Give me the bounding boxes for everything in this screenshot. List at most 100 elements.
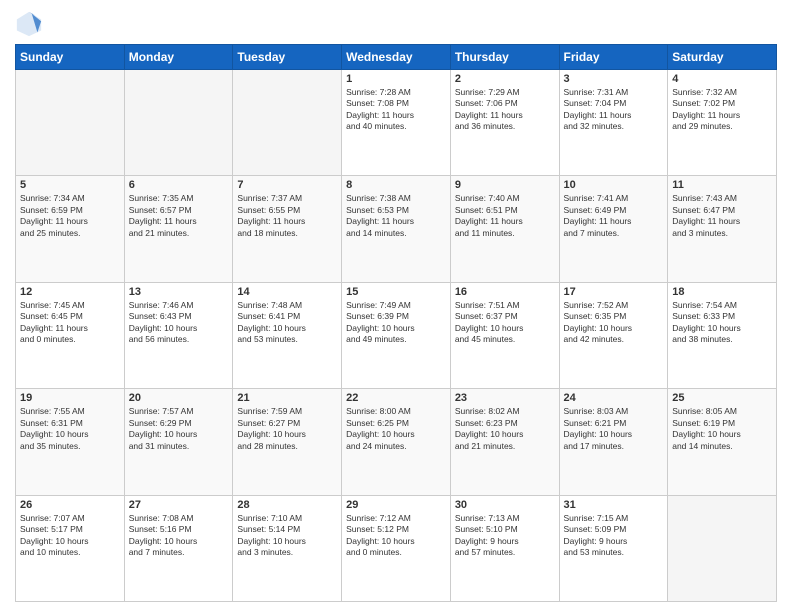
calendar-cell: 12 Sunrise: 7:45 AM Sunset: 6:45 PM Dayli…	[16, 282, 125, 388]
day-info: Sunrise: 7:40 AM Sunset: 6:51 PM Dayligh…	[455, 193, 555, 239]
calendar-cell: 29 Sunrise: 7:12 AM Sunset: 5:12 PM Dayli…	[342, 495, 451, 601]
calendar-cell: 6 Sunrise: 7:35 AM Sunset: 6:57 PM Daylig…	[124, 176, 233, 282]
calendar-cell: 24 Sunrise: 8:03 AM Sunset: 6:21 PM Dayli…	[559, 389, 668, 495]
calendar-cell: 8 Sunrise: 7:38 AM Sunset: 6:53 PM Daylig…	[342, 176, 451, 282]
calendar-cell: 5 Sunrise: 7:34 AM Sunset: 6:59 PM Daylig…	[16, 176, 125, 282]
day-number: 4	[672, 73, 772, 85]
day-number: 9	[455, 179, 555, 191]
weekday-header-sunday: Sunday	[16, 45, 125, 70]
day-number: 1	[346, 73, 446, 85]
calendar-cell: 27Sunrise: 7:08 AM Sunset: 5:16 PM Dayli…	[124, 495, 233, 601]
calendar-cell: 4 Sunrise: 7:32 AM Sunset: 7:02 PM Daylig…	[668, 70, 777, 176]
calendar-cell: 1 Sunrise: 7:28 AM Sunset: 7:08 PM Daylig…	[342, 70, 451, 176]
calendar-cell: 13 Sunrise: 7:46 AM Sunset: 6:43 PM Dayli…	[124, 282, 233, 388]
day-number: 30	[455, 499, 555, 511]
calendar-cell: 10 Sunrise: 7:41 AM Sunset: 6:49 PM Dayli…	[559, 176, 668, 282]
day-info: Sunrise: 7:28 AM Sunset: 7:08 PM Dayligh…	[346, 87, 446, 133]
day-number: 25	[672, 392, 772, 404]
calendar-cell: 19 Sunrise: 7:55 AM Sunset: 6:31 PM Dayli…	[16, 389, 125, 495]
day-info: Sunrise: 7:46 AM Sunset: 6:43 PM Dayligh…	[129, 300, 229, 346]
calendar-cell: 3Sunrise: 7:31 AM Sunset: 7:04 PM Daylig…	[559, 70, 668, 176]
calendar-cell	[668, 495, 777, 601]
day-info: Sunrise: 7:29 AM Sunset: 7:06 PM Dayligh…	[455, 87, 555, 133]
calendar-cell: 16 Sunrise: 7:51 AM Sunset: 6:37 PM Dayli…	[450, 282, 559, 388]
day-info: Sunrise: 7:51 AM Sunset: 6:37 PM Dayligh…	[455, 300, 555, 346]
day-number: 19	[20, 392, 120, 404]
calendar-header: SundayMondayTuesdayWednesdayThursdayFrid…	[16, 45, 777, 70]
calendar-cell: 25 Sunrise: 8:05 AM Sunset: 6:19 PM Dayli…	[668, 389, 777, 495]
calendar-cell: 21Sunrise: 7:59 AM Sunset: 6:27 PM Dayli…	[233, 389, 342, 495]
day-info: Sunrise: 7:38 AM Sunset: 6:53 PM Dayligh…	[346, 193, 446, 239]
day-info: Sunrise: 7:54 AM Sunset: 6:33 PM Dayligh…	[672, 300, 772, 346]
calendar-cell: 28Sunrise: 7:10 AM Sunset: 5:14 PM Dayli…	[233, 495, 342, 601]
day-info: Sunrise: 7:08 AM Sunset: 5:16 PM Dayligh…	[129, 513, 229, 559]
day-number: 5	[20, 179, 120, 191]
day-number: 10	[564, 179, 664, 191]
day-number: 17	[564, 286, 664, 298]
weekday-header-friday: Friday	[559, 45, 668, 70]
day-number: 6	[129, 179, 229, 191]
day-info: Sunrise: 7:55 AM Sunset: 6:31 PM Dayligh…	[20, 406, 120, 452]
day-info: Sunrise: 7:35 AM Sunset: 6:57 PM Dayligh…	[129, 193, 229, 239]
day-info: Sunrise: 7:10 AM Sunset: 5:14 PM Dayligh…	[237, 513, 337, 559]
day-number: 12	[20, 286, 120, 298]
calendar-cell: 9 Sunrise: 7:40 AM Sunset: 6:51 PM Daylig…	[450, 176, 559, 282]
calendar-cell	[16, 70, 125, 176]
day-number: 29	[346, 499, 446, 511]
page: SundayMondayTuesdayWednesdayThursdayFrid…	[0, 0, 792, 612]
calendar-cell: 23 Sunrise: 8:02 AM Sunset: 6:23 PM Dayli…	[450, 389, 559, 495]
calendar-week-4: 19 Sunrise: 7:55 AM Sunset: 6:31 PM Dayli…	[16, 389, 777, 495]
calendar-cell	[124, 70, 233, 176]
weekday-header-monday: Monday	[124, 45, 233, 70]
calendar-cell: 11Sunrise: 7:43 AM Sunset: 6:47 PM Dayli…	[668, 176, 777, 282]
day-info: Sunrise: 8:03 AM Sunset: 6:21 PM Dayligh…	[564, 406, 664, 452]
calendar-cell: 7Sunrise: 7:37 AM Sunset: 6:55 PM Daylig…	[233, 176, 342, 282]
calendar-cell: 22 Sunrise: 8:00 AM Sunset: 6:25 PM Dayli…	[342, 389, 451, 495]
weekday-header-saturday: Saturday	[668, 45, 777, 70]
day-number: 15	[346, 286, 446, 298]
calendar-cell: 17Sunrise: 7:52 AM Sunset: 6:35 PM Dayli…	[559, 282, 668, 388]
day-info: Sunrise: 7:45 AM Sunset: 6:45 PM Dayligh…	[20, 300, 120, 346]
day-info: Sunrise: 7:41 AM Sunset: 6:49 PM Dayligh…	[564, 193, 664, 239]
day-number: 14	[237, 286, 337, 298]
day-info: Sunrise: 7:07 AM Sunset: 5:17 PM Dayligh…	[20, 513, 120, 559]
weekday-header-wednesday: Wednesday	[342, 45, 451, 70]
day-number: 2	[455, 73, 555, 85]
weekday-header-thursday: Thursday	[450, 45, 559, 70]
day-number: 18	[672, 286, 772, 298]
day-number: 20	[129, 392, 229, 404]
weekday-row: SundayMondayTuesdayWednesdayThursdayFrid…	[16, 45, 777, 70]
day-info: Sunrise: 7:15 AM Sunset: 5:09 PM Dayligh…	[564, 513, 664, 559]
day-info: Sunrise: 8:02 AM Sunset: 6:23 PM Dayligh…	[455, 406, 555, 452]
calendar-cell: 31 Sunrise: 7:15 AM Sunset: 5:09 PM Dayli…	[559, 495, 668, 601]
calendar-week-2: 5 Sunrise: 7:34 AM Sunset: 6:59 PM Daylig…	[16, 176, 777, 282]
day-info: Sunrise: 7:59 AM Sunset: 6:27 PM Dayligh…	[237, 406, 337, 452]
day-number: 26	[20, 499, 120, 511]
logo-icon	[15, 10, 43, 38]
day-info: Sunrise: 7:12 AM Sunset: 5:12 PM Dayligh…	[346, 513, 446, 559]
day-info: Sunrise: 7:32 AM Sunset: 7:02 PM Dayligh…	[672, 87, 772, 133]
calendar-cell	[233, 70, 342, 176]
calendar-table: SundayMondayTuesdayWednesdayThursdayFrid…	[15, 44, 777, 602]
day-number: 13	[129, 286, 229, 298]
day-number: 11	[672, 179, 772, 191]
day-number: 31	[564, 499, 664, 511]
calendar-week-3: 12 Sunrise: 7:45 AM Sunset: 6:45 PM Dayli…	[16, 282, 777, 388]
day-info: Sunrise: 7:34 AM Sunset: 6:59 PM Dayligh…	[20, 193, 120, 239]
calendar-cell: 2 Sunrise: 7:29 AM Sunset: 7:06 PM Daylig…	[450, 70, 559, 176]
day-number: 23	[455, 392, 555, 404]
calendar-cell: 18 Sunrise: 7:54 AM Sunset: 6:33 PM Dayli…	[668, 282, 777, 388]
day-info: Sunrise: 7:57 AM Sunset: 6:29 PM Dayligh…	[129, 406, 229, 452]
day-number: 16	[455, 286, 555, 298]
logo	[15, 10, 47, 38]
day-number: 8	[346, 179, 446, 191]
calendar-week-5: 26 Sunrise: 7:07 AM Sunset: 5:17 PM Dayli…	[16, 495, 777, 601]
weekday-header-tuesday: Tuesday	[233, 45, 342, 70]
calendar-cell: 30 Sunrise: 7:13 AM Sunset: 5:10 PM Dayli…	[450, 495, 559, 601]
day-info: Sunrise: 7:13 AM Sunset: 5:10 PM Dayligh…	[455, 513, 555, 559]
day-info: Sunrise: 8:00 AM Sunset: 6:25 PM Dayligh…	[346, 406, 446, 452]
day-number: 24	[564, 392, 664, 404]
day-info: Sunrise: 8:05 AM Sunset: 6:19 PM Dayligh…	[672, 406, 772, 452]
day-info: Sunrise: 7:48 AM Sunset: 6:41 PM Dayligh…	[237, 300, 337, 346]
day-number: 22	[346, 392, 446, 404]
